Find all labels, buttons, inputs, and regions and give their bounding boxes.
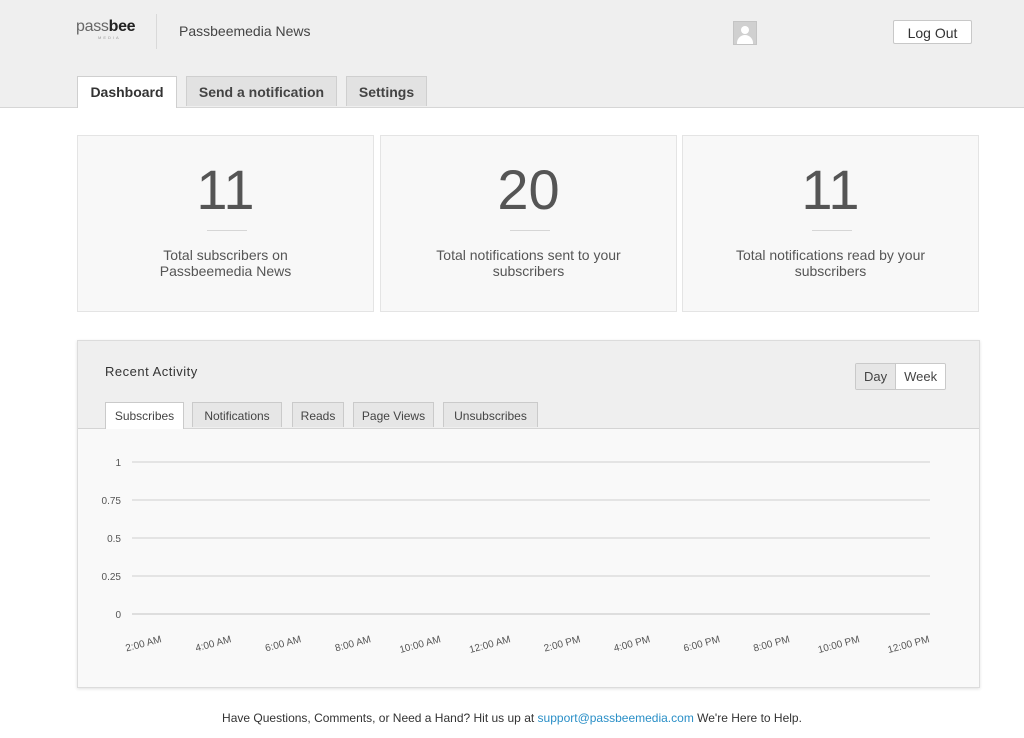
x-tick-label: 6:00 PM bbox=[682, 634, 721, 654]
y-tick-label: 0 bbox=[115, 610, 121, 621]
x-tick-label: 10:00 AM bbox=[398, 634, 442, 656]
subtab-unsubscribes[interactable]: Unsubscribes bbox=[443, 402, 538, 427]
subtab-notifications[interactable]: Notifications bbox=[192, 402, 282, 427]
tab-send-notification[interactable]: Send a notification bbox=[186, 76, 337, 106]
y-tick-label: 0.5 bbox=[107, 534, 121, 545]
tab-dashboard[interactable]: Dashboard bbox=[77, 76, 177, 108]
tab-settings[interactable]: Settings bbox=[346, 76, 427, 106]
support-email-link[interactable]: support@passbeemedia.com bbox=[538, 711, 694, 725]
top-header: passbee MEDIA Passbeemedia News Log Out … bbox=[0, 0, 1024, 108]
stat-card-notifications-read: 11 Total notifications read by your subs… bbox=[682, 135, 979, 312]
y-tick-label: 0.25 bbox=[102, 572, 122, 583]
x-tick-label: 2:00 AM bbox=[124, 634, 162, 654]
stat-card-subscribers: 11 Total subscribers on Passbeemedia New… bbox=[77, 135, 374, 312]
x-tick-label: 8:00 PM bbox=[752, 634, 791, 654]
stat-card-notifications-sent: 20 Total notifications sent to your subs… bbox=[380, 135, 677, 312]
panel-title: Recent Activity bbox=[105, 364, 198, 379]
y-tick-label: 1 bbox=[115, 458, 121, 469]
recent-activity-panel: Recent Activity Day Week Subscribes Noti… bbox=[77, 340, 980, 688]
stat-label: Total subscribers on Passbeemedia News bbox=[159, 247, 292, 279]
subtab-reads[interactable]: Reads bbox=[292, 402, 344, 427]
footer: Have Questions, Comments, or Need a Hand… bbox=[0, 711, 1024, 725]
x-tick-label: 6:00 AM bbox=[264, 634, 302, 654]
stat-label: Total notifications sent to your subscri… bbox=[436, 247, 621, 279]
range-day-button[interactable]: Day bbox=[856, 364, 897, 389]
x-tick-label: 12:00 PM bbox=[887, 634, 931, 656]
stat-divider bbox=[207, 230, 247, 231]
subtab-subscribes[interactable]: Subscribes bbox=[105, 402, 184, 429]
stat-label: Total notifications read by your subscri… bbox=[735, 247, 926, 279]
x-tick-label: 12:00 AM bbox=[468, 634, 512, 656]
x-tick-label: 8:00 AM bbox=[334, 634, 372, 654]
activity-chart: 1 0.75 0.5 0.25 0 2:00 AM 4:00 AM 6:00 AM 8:00 A… bbox=[102, 458, 931, 656]
x-tick-label: 4:00 PM bbox=[613, 634, 652, 654]
stat-value: 11 bbox=[801, 158, 860, 221]
stat-divider bbox=[510, 230, 550, 231]
stat-value: 20 bbox=[497, 158, 560, 221]
x-tick-label: 4:00 AM bbox=[194, 634, 232, 654]
site-title: Passbeemedia News bbox=[179, 23, 311, 39]
subtab-page-views[interactable]: Page Views bbox=[353, 402, 434, 427]
logout-button[interactable]: Log Out bbox=[893, 20, 972, 44]
user-avatar-icon[interactable] bbox=[733, 21, 757, 45]
y-tick-label: 0.75 bbox=[102, 496, 122, 507]
footer-text-after: We're Here to Help. bbox=[693, 711, 802, 725]
passbee-logo[interactable]: passbee MEDIA bbox=[76, 18, 138, 42]
header-divider bbox=[156, 14, 157, 49]
panel-header: Recent Activity Day Week Subscribes Noti… bbox=[78, 341, 979, 429]
x-tick-label: 10:00 PM bbox=[817, 634, 861, 656]
stat-divider bbox=[812, 230, 852, 231]
range-week-button[interactable]: Week bbox=[896, 364, 946, 389]
footer-text-before: Have Questions, Comments, or Need a Hand… bbox=[222, 711, 538, 725]
stat-value: 11 bbox=[196, 158, 255, 221]
x-tick-label: 2:00 PM bbox=[543, 634, 582, 654]
range-toggle: Day Week bbox=[855, 363, 947, 390]
